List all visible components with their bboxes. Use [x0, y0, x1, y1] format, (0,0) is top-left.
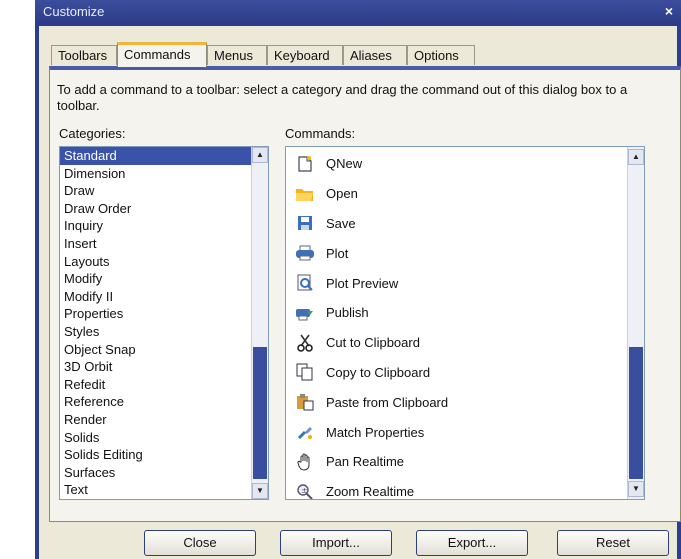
category-item[interactable]: Refedit: [60, 376, 268, 394]
paste-icon: [294, 392, 316, 412]
category-item[interactable]: Draw: [60, 182, 268, 200]
folder-open-icon: [294, 184, 316, 204]
command-label: Publish: [326, 305, 369, 321]
commands-label: Commands:: [285, 126, 356, 141]
reset-button[interactable]: Reset: [557, 530, 669, 556]
command-label: Copy to Clipboard: [326, 364, 431, 380]
customize-dialog: Customize × Toolbars Commands Menus Keyb…: [35, 0, 681, 559]
scroll-up-arrow-icon[interactable]: ▲: [252, 147, 268, 163]
category-item[interactable]: Reference: [60, 393, 268, 411]
command-item[interactable]: ± Zoom Realtime: [286, 477, 644, 500]
export-button[interactable]: Export...: [416, 530, 528, 556]
category-item[interactable]: Render: [60, 411, 268, 429]
command-label: Open: [326, 186, 358, 202]
close-button[interactable]: Close: [144, 530, 256, 556]
svg-text:±: ±: [301, 486, 308, 495]
command-item[interactable]: Pan Realtime: [286, 447, 644, 477]
command-item[interactable]: Plot Preview: [286, 268, 644, 298]
tab-commands[interactable]: Commands: [117, 42, 207, 67]
command-item[interactable]: Copy to Clipboard: [286, 358, 644, 388]
category-item[interactable]: Layouts: [60, 253, 268, 271]
categories-label: Categories:: [59, 126, 126, 141]
category-item[interactable]: Draw Order: [60, 200, 268, 218]
categories-list[interactable]: Standard Dimension Draw Draw Order Inquiry In…: [59, 146, 269, 500]
command-item[interactable]: Open: [286, 179, 644, 209]
category-item[interactable]: Text: [60, 481, 268, 499]
command-item[interactable]: Paste from Clipboard: [286, 387, 644, 417]
import-button[interactable]: Import...: [280, 530, 392, 556]
tab-keyboard[interactable]: Keyboard: [267, 45, 343, 65]
category-item[interactable]: Insert: [60, 235, 268, 253]
scroll-down-arrow-icon[interactable]: ▼: [252, 483, 268, 499]
scroll-up-arrow-icon[interactable]: ▲: [628, 149, 644, 165]
command-label: Paste from Clipboard: [326, 394, 449, 410]
category-item[interactable]: Styles: [60, 323, 268, 341]
tab-toolbars[interactable]: Toolbars: [51, 45, 117, 65]
command-label: Plot Preview: [326, 275, 399, 291]
category-item[interactable]: Dimension: [60, 165, 268, 183]
command-item[interactable]: Save: [286, 209, 644, 239]
command-item[interactable]: Publish: [286, 298, 644, 328]
command-label: Pan Realtime: [326, 454, 405, 470]
category-item[interactable]: Solids: [60, 429, 268, 447]
command-label: Save: [326, 215, 356, 231]
publish-icon: [294, 303, 316, 323]
close-icon[interactable]: ×: [665, 3, 673, 19]
category-item[interactable]: Object Snap: [60, 341, 268, 359]
title-bar[interactable]: Customize ×: [35, 0, 681, 26]
category-item[interactable]: Inquiry: [60, 217, 268, 235]
categories-scrollbar[interactable]: ▲ ▼: [251, 147, 268, 499]
command-label: Plot: [326, 245, 349, 261]
scroll-thumb[interactable]: [629, 347, 643, 479]
tab-aliases[interactable]: Aliases: [343, 45, 407, 65]
commands-scrollbar[interactable]: ▲ ▼: [627, 147, 644, 499]
category-item[interactable]: Surfaces: [60, 464, 268, 482]
new-document-icon: [294, 154, 316, 174]
category-item[interactable]: Solids Editing: [60, 446, 268, 464]
floppy-disk-icon: [294, 213, 316, 233]
command-item[interactable]: Cut to Clipboard: [286, 328, 644, 358]
hand-pan-icon: [294, 452, 316, 472]
commands-list[interactable]: QNew Open Save Plot Plot Preview Publish Cut t…: [285, 146, 645, 500]
printer-icon: [294, 243, 316, 263]
category-item[interactable]: 3D Orbit: [60, 358, 268, 376]
command-label: Cut to Clipboard: [326, 335, 420, 351]
category-item[interactable]: Properties: [60, 305, 268, 323]
zoom-realtime-icon: ±: [294, 482, 316, 499]
tab-options[interactable]: Options: [407, 45, 475, 65]
command-item[interactable]: Plot: [286, 238, 644, 268]
category-item[interactable]: Modify: [60, 270, 268, 288]
command-item[interactable]: Match Properties: [286, 417, 644, 447]
instructions-text: To add a command to a toolbar: select a …: [57, 82, 628, 113]
command-label: Match Properties: [326, 424, 425, 440]
scissors-icon: [294, 333, 316, 353]
category-item[interactable]: Modify II: [60, 288, 268, 306]
tab-menus[interactable]: Menus: [207, 45, 267, 65]
copy-icon: [294, 362, 316, 382]
scroll-down-arrow-icon[interactable]: ▼: [628, 481, 644, 497]
scroll-thumb[interactable]: [253, 347, 267, 479]
plot-preview-icon: [294, 273, 316, 293]
match-properties-brush-icon: [294, 422, 316, 442]
command-label: Zoom Realtime: [326, 484, 415, 500]
window-title: Customize: [43, 4, 105, 19]
category-item[interactable]: Standard: [60, 147, 268, 165]
command-item[interactable]: QNew: [286, 149, 644, 179]
command-label: QNew: [326, 156, 363, 172]
